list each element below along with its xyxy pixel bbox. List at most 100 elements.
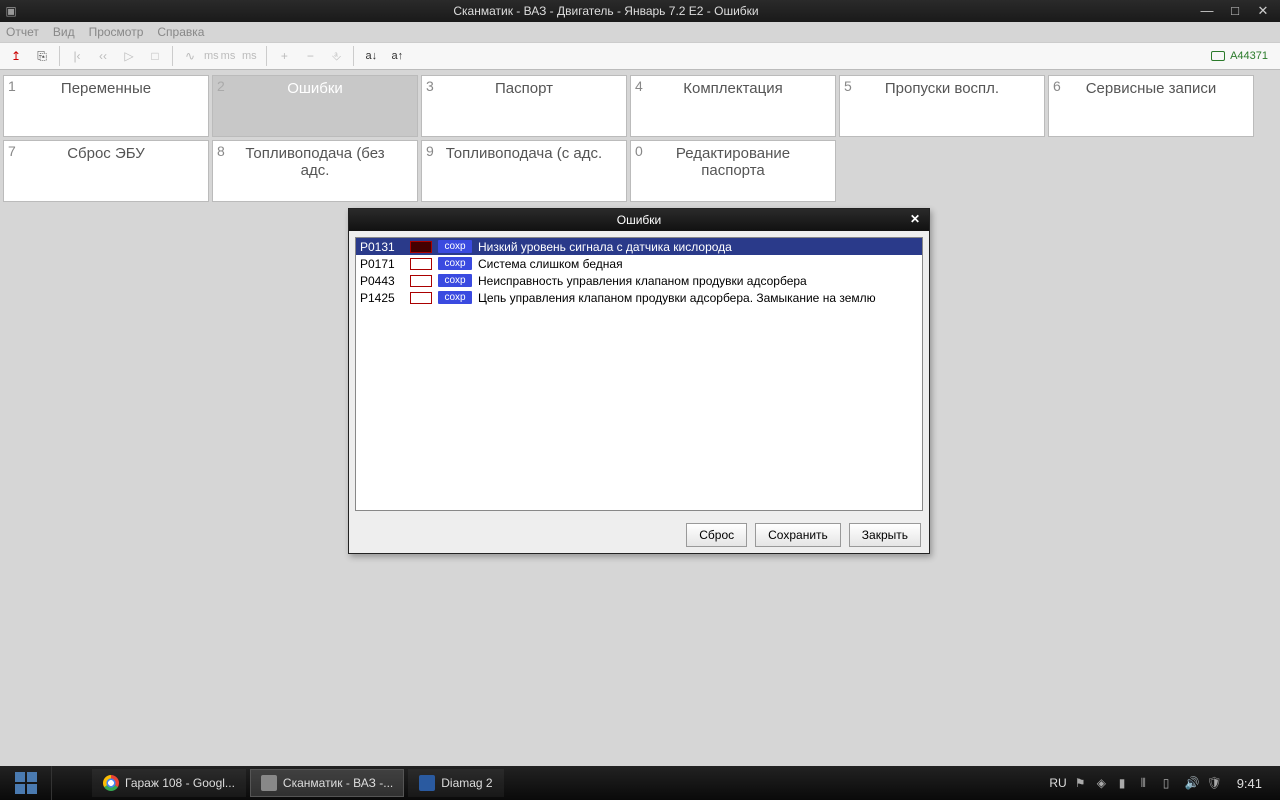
clock[interactable]: 9:41 (1229, 776, 1270, 791)
error-description: Система слишком бедная (478, 257, 918, 271)
error-row[interactable]: P0131 сохр Низкий уровень сигнала с датчик… (356, 238, 922, 255)
taskbar-app-label: Гараж 108 - Googl... (125, 776, 235, 790)
minimize-button[interactable]: — (1200, 4, 1214, 18)
error-description: Низкий уровень сигнала с датчика кислоро… (478, 240, 918, 254)
maximize-button[interactable]: □ (1228, 4, 1242, 18)
tab-grid: 1 Переменные 2 Ошибки 3Паспорт 4 Комплектация 5… (0, 70, 1280, 207)
bars-icon[interactable]: ⫴ (1141, 776, 1155, 790)
tab-number: 0 (635, 143, 643, 159)
taskbar-item[interactable]: Гараж 108 - Googl... (92, 769, 246, 797)
taskbar-app-label: Diamag 2 (441, 776, 492, 790)
tab-label: Редактирование паспорта (649, 145, 817, 179)
close-button[interactable]: Закрыть (849, 523, 921, 547)
toolbar: ↥ ⎘ |‹ ‹‹ ▷ □ ∿ ms ms ms + − ⎀ a↓ a↑ A44… (0, 42, 1280, 70)
error-description: Неисправность управления клапаном продув… (478, 274, 918, 288)
tab-6[interactable]: 6 Сервисные записи (1048, 75, 1254, 137)
tab-7[interactable]: 7 Сброс ЭБУ (3, 140, 209, 202)
error-indicator (410, 275, 432, 287)
tab-label: Комплектация (683, 80, 782, 97)
errors-list[interactable]: P0131 сохр Низкий уровень сигнала с датчик… (355, 237, 923, 511)
ms-label-2: ms (221, 50, 236, 62)
tab-number: 7 (8, 143, 16, 159)
tab-label: Топливоподача (с адс. (446, 145, 602, 162)
window-title: Сканматик - ВАЗ - Двигатель - Январь 7.2… (22, 4, 1190, 18)
export-button[interactable]: ⎘ (30, 45, 54, 67)
tab-3[interactable]: 3Паспорт (421, 75, 627, 137)
shield-icon[interactable]: 🛡 (1207, 776, 1221, 790)
dialog-close-button[interactable]: ✕ (907, 212, 923, 226)
tab-number: 9 (426, 143, 434, 159)
nav-prev-button[interactable]: ‹‹ (91, 45, 115, 67)
menu-help[interactable]: Справка (157, 25, 204, 39)
adapter-counter: A44371 (1210, 49, 1276, 63)
insert-button[interactable]: ⎀ (324, 45, 348, 67)
taskbar-item[interactable]: Diamag 2 (408, 769, 503, 797)
up-button[interactable]: ↥ (4, 45, 28, 67)
menu-preview[interactable]: Просмотр (89, 25, 144, 39)
add-row-button[interactable]: + (272, 45, 296, 67)
error-row[interactable]: P0171сохрСистема слишком бедная (356, 255, 922, 272)
dialog-titlebar: Ошибки ✕ (349, 209, 929, 231)
error-tag: сохр (438, 240, 472, 253)
save-button[interactable]: Сохранить (755, 523, 841, 547)
error-indicator (410, 241, 432, 253)
reset-button[interactable]: Сброс (686, 523, 747, 547)
errors-dialog: Ошибки ✕ P0131 сохр Низкий уровень сигнала… (348, 208, 930, 554)
taskbar-app-icon (419, 775, 435, 791)
menu-view[interactable]: Вид (53, 25, 75, 39)
tab-number: 4 (635, 78, 643, 94)
separator (172, 46, 173, 66)
sort-asc-button[interactable]: a↓ (359, 45, 383, 67)
lang-indicator[interactable]: RU (1049, 776, 1066, 790)
sort-desc-button[interactable]: a↑ (385, 45, 409, 67)
tab-number: 5 (844, 78, 852, 94)
tab-number: 1 (8, 78, 16, 94)
tab-label: Ошибки (287, 80, 343, 97)
tab-5[interactable]: 5Пропуски воспл. (839, 75, 1045, 137)
error-code: P1425 (360, 291, 404, 305)
battery-icon[interactable]: ▯ (1163, 776, 1177, 790)
menu-report[interactable]: Отчет (6, 25, 39, 39)
tab-4[interactable]: 4 Комплектация (630, 75, 836, 137)
separator (266, 46, 267, 66)
error-code: P0131 (360, 240, 404, 254)
tab-number: 6 (1053, 78, 1061, 94)
taskbar-app-label: Сканматик - ВАЗ -... (283, 776, 393, 790)
ms-label-1: ms (204, 50, 219, 62)
separator (353, 46, 354, 66)
tab-2[interactable]: 2 Ошибки (212, 75, 418, 137)
nav-stop-button[interactable]: □ (143, 45, 167, 67)
tab-label: Паспорт (495, 80, 553, 97)
tab-label: Сервисные записи (1086, 80, 1217, 97)
wave-icon[interactable]: ∿ (178, 45, 202, 67)
tab-9[interactable]: 9 Топливоподача (с адс. (421, 140, 627, 202)
error-indicator (410, 258, 432, 270)
close-button[interactable]: ✕ (1256, 4, 1270, 18)
error-tag: сохр (438, 257, 472, 270)
counter-value: A44371 (1230, 50, 1268, 62)
tab-label: Переменные (61, 80, 151, 97)
ms-label-3: ms (237, 45, 261, 67)
remove-row-button[interactable]: − (298, 45, 322, 67)
error-row[interactable]: P1425сохрЦепь управления клапаном продув… (356, 289, 922, 306)
tab-8[interactable]: 8Топливоподача (без адс. (212, 140, 418, 202)
tray-icon[interactable]: ⚑ (1075, 776, 1089, 790)
tab-1[interactable]: 1 Переменные (3, 75, 209, 137)
error-row[interactable]: P0443сохрНеисправность управления клапан… (356, 272, 922, 289)
start-button[interactable] (0, 766, 52, 800)
signal-icon[interactable]: ▮ (1119, 776, 1133, 790)
error-tag: сохр (438, 291, 472, 304)
window-titlebar: ▣ Сканматик - ВАЗ - Двигатель - Январь 7… (0, 0, 1280, 22)
app-icon: ▣ (0, 4, 22, 18)
network-icon[interactable]: ◈ (1097, 776, 1111, 790)
volume-icon[interactable]: 🔊 (1185, 776, 1199, 790)
taskbar-app-icon (103, 775, 119, 791)
taskbar-app-icon (261, 775, 277, 791)
tab-number: 2 (217, 78, 225, 94)
taskbar-item[interactable]: Сканматик - ВАЗ -... (250, 769, 404, 797)
tab-0[interactable]: 0 Редактирование паспорта (630, 140, 836, 202)
nav-play-button[interactable]: ▷ (117, 45, 141, 67)
nav-first-button[interactable]: |‹ (65, 45, 89, 67)
tab-label: Сброс ЭБУ (67, 145, 145, 162)
adapter-icon (1210, 49, 1226, 63)
